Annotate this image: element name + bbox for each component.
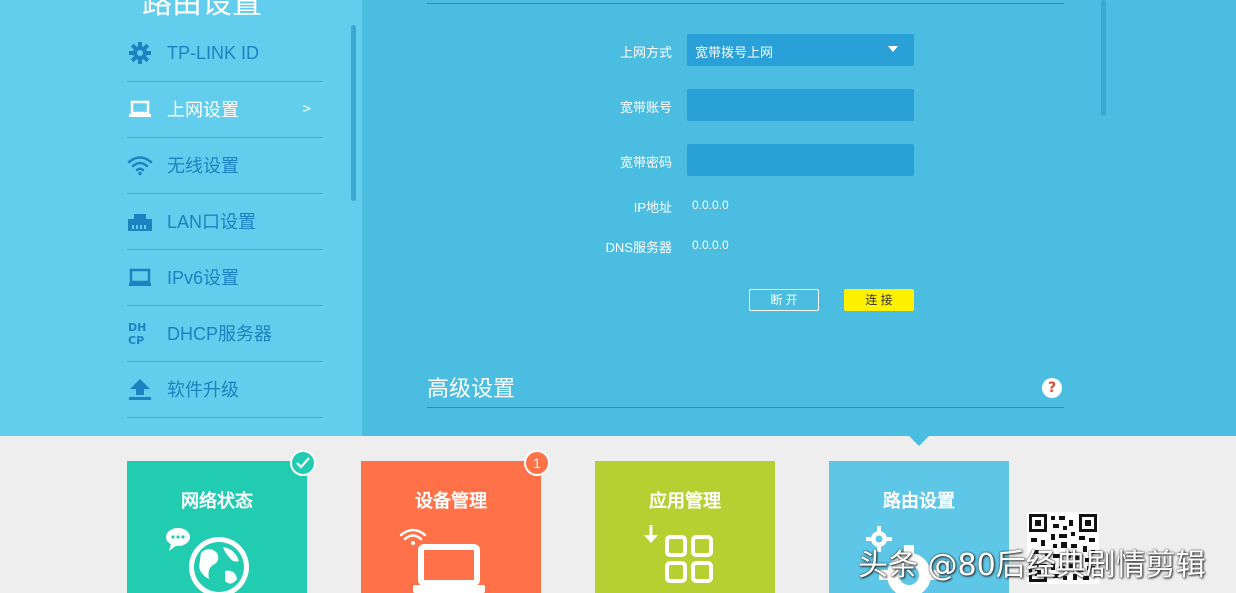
svg-text:DH: DH xyxy=(128,321,146,334)
globe-chat-icon xyxy=(166,528,249,593)
chevron-right-icon: > xyxy=(302,101,311,117)
monitor-icon xyxy=(127,264,153,290)
tile-network-status[interactable]: 网络状态 xyxy=(127,461,307,593)
sidebar: 路由设置 TP-LINK ID 上网设置 > 无线设置 LAN口设置 IPv6设… xyxy=(0,0,362,436)
section-divider xyxy=(427,3,1064,4)
connect-button[interactable]: 连 接 xyxy=(844,289,914,311)
sidebar-item-label: LAN口设置 xyxy=(167,212,257,232)
disconnect-button[interactable]: 断 开 xyxy=(749,289,819,311)
wifi-icon xyxy=(127,152,153,178)
sidebar-item-label: TP-LINK ID xyxy=(167,42,260,63)
ip-value: 0.0.0.0 xyxy=(692,198,729,212)
sidebar-item-upgrade[interactable]: 软件升级 xyxy=(127,361,323,418)
sidebar-item-label: 软件升级 xyxy=(167,380,239,400)
sidebar-item-lan[interactable]: LAN口设置 xyxy=(127,193,323,250)
svg-text:CP: CP xyxy=(128,334,144,346)
sidebar-item-label: 上网设置 xyxy=(167,100,239,120)
password-input[interactable] xyxy=(687,144,914,176)
sidebar-item-tplink-id[interactable]: TP-LINK ID xyxy=(127,25,323,82)
sidebar-item-label: IPv6设置 xyxy=(167,268,240,288)
sidebar-item-label: 无线设置 xyxy=(167,156,239,176)
sidebar-item-ipv6[interactable]: IPv6设置 xyxy=(127,249,323,306)
tile-app-management[interactable]: 应用管理 xyxy=(595,461,775,593)
tile-label: 应用管理 xyxy=(649,491,721,512)
account-input[interactable] xyxy=(687,89,914,121)
tile-label: 路由设置 xyxy=(883,491,955,512)
tile-label: 网络状态 xyxy=(181,491,253,512)
check-badge-icon xyxy=(290,450,316,476)
connection-type-select[interactable]: 宽带拨号上网 xyxy=(687,34,914,66)
sidebar-item-wireless[interactable]: 无线设置 xyxy=(127,137,323,194)
top-panel: 路由设置 TP-LINK ID 上网设置 > 无线设置 LAN口设置 IPv6设… xyxy=(0,0,1236,436)
sidebar-scrollbar[interactable] xyxy=(351,25,356,201)
dropdown-arrow-icon xyxy=(888,46,898,52)
upload-icon xyxy=(127,376,153,402)
lan-port-icon xyxy=(127,208,153,234)
dns-label: DNS服务器 xyxy=(605,240,672,255)
dhcp-icon: DH CP xyxy=(127,320,153,346)
main-scrollbar[interactable] xyxy=(1101,0,1106,116)
advanced-settings-title: 高级设置 xyxy=(427,376,516,401)
watermark-text: 头条 @80后经典剧情剪辑 xyxy=(858,548,1206,583)
notification-count-badge: 1 xyxy=(524,450,550,476)
tile-label: 设备管理 xyxy=(415,491,487,512)
section-divider xyxy=(427,407,1064,408)
dns-value: 0.0.0.0 xyxy=(692,238,729,252)
apps-grid-icon xyxy=(644,525,713,583)
laptop-icon xyxy=(127,96,153,122)
sidebar-item-internet[interactable]: 上网设置 > xyxy=(127,81,323,138)
connection-type-label: 上网方式 xyxy=(619,45,672,60)
connection-type-value: 宽带拨号上网 xyxy=(695,45,774,60)
ip-label: IP地址 xyxy=(633,200,672,215)
tile-device-management[interactable]: 设备管理 xyxy=(361,461,541,593)
sidebar-item-label: DHCP服务器 xyxy=(167,324,273,344)
password-label: 宽带密码 xyxy=(619,155,672,170)
gear-icon xyxy=(127,40,153,66)
laptop-wifi-icon xyxy=(399,528,485,593)
active-tile-pointer xyxy=(909,436,929,446)
sidebar-item-dhcp[interactable]: DH CP DHCP服务器 xyxy=(127,305,323,362)
help-icon[interactable]: ? xyxy=(1042,378,1062,398)
sidebar-title: 路由设置 xyxy=(142,0,262,21)
account-label: 宽带账号 xyxy=(619,100,672,115)
